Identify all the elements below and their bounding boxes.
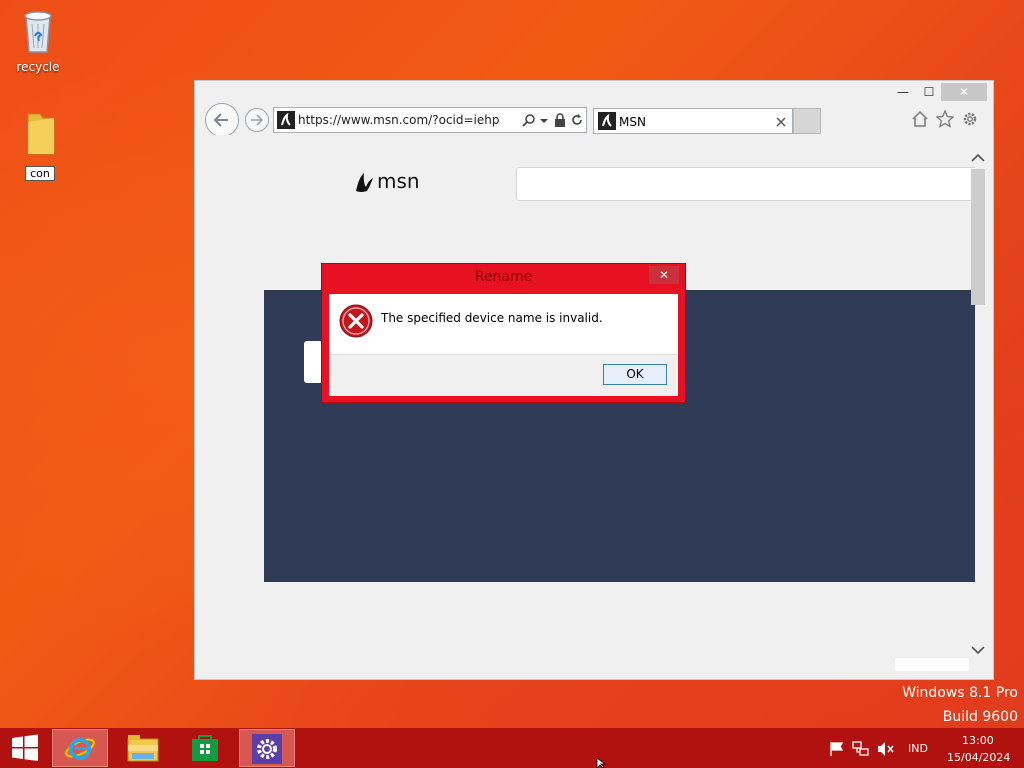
favorites-star-icon[interactable] — [936, 110, 954, 128]
dialog-body: The specified device name is invalid. — [329, 294, 678, 354]
lock-icon[interactable] — [554, 113, 566, 127]
url-text: https://www.msn.com/?ocid=iehp — [298, 113, 500, 127]
taskbar-internet-explorer[interactable] — [52, 729, 108, 767]
refresh-icon[interactable] — [570, 113, 584, 127]
recycle-bin-icon — [24, 11, 52, 53]
file-explorer-icon — [127, 735, 159, 762]
language-indicator[interactable]: IND — [908, 742, 928, 755]
clock-time[interactable]: 13:00 — [962, 734, 994, 747]
rename-error-dialog: Rename ✕ The specified device name is in… — [321, 263, 686, 403]
new-tab-button[interactable] — [793, 108, 821, 134]
settings-gear-icon — [252, 734, 282, 764]
msn-brand-text: msn — [377, 169, 420, 193]
forward-button[interactable] — [245, 108, 269, 132]
dialog-close-button[interactable]: ✕ — [649, 266, 679, 284]
desktop-icon-recycle-bin[interactable]: recycle — [8, 6, 68, 74]
vertical-scrollbar[interactable] — [969, 151, 987, 661]
arrow-right-icon — [251, 114, 264, 126]
scroll-down-icon[interactable] — [969, 643, 987, 657]
ok-button[interactable]: OK — [603, 364, 667, 385]
taskbar: IND 13:00 15/04/2024 — [0, 728, 1024, 768]
close-window-button[interactable]: ✕ — [941, 83, 987, 101]
folder-icon — [27, 113, 55, 155]
dialog-footer: OK — [329, 354, 678, 396]
search-icon[interactable] — [522, 113, 536, 127]
taskbar-file-explorer[interactable] — [115, 729, 171, 767]
desktop-icon-label[interactable]: con — [25, 166, 55, 181]
msn-butterfly-icon — [356, 173, 373, 192]
taskbar-settings[interactable] — [239, 729, 295, 767]
back-button[interactable] — [205, 103, 239, 137]
msn-site-icon — [598, 112, 616, 130]
minimize-button[interactable]: — — [889, 83, 917, 101]
desktop-icon-label: recycle — [16, 60, 60, 74]
msn-site-icon — [277, 111, 295, 129]
page-footer-box — [895, 658, 969, 671]
network-icon[interactable] — [852, 741, 870, 757]
chevron-down-icon[interactable] — [540, 117, 548, 125]
page-content: msn — [203, 135, 975, 671]
volume-muted-icon[interactable] — [877, 741, 895, 757]
windows-logo-icon — [12, 734, 38, 761]
error-icon — [339, 304, 373, 338]
clock-date[interactable]: 15/04/2024 — [947, 751, 1010, 764]
store-icon — [192, 735, 218, 761]
scrollbar-thumb[interactable] — [971, 169, 985, 305]
windows-build-text: Build 9600 — [942, 709, 1018, 725]
dialog-message: The specified device name is invalid. — [381, 311, 603, 325]
address-bar[interactable]: https://www.msn.com/?ocid=iehp — [273, 107, 587, 133]
taskbar-store[interactable] — [177, 729, 233, 767]
arrow-left-icon — [213, 113, 228, 127]
dialog-title: Rename — [474, 269, 533, 285]
gear-icon[interactable] — [961, 110, 979, 128]
start-button[interactable] — [0, 729, 50, 767]
home-icon[interactable] — [911, 110, 929, 128]
mouse-cursor-icon — [596, 758, 607, 768]
action-center-flag-icon[interactable] — [829, 741, 845, 757]
tab-msn[interactable]: MSN — [593, 108, 793, 134]
msn-search-input[interactable] — [516, 167, 975, 201]
desktop-icon-folder-con[interactable]: con — [10, 108, 70, 181]
windows-edition-text: Windows 8.1 Pro — [902, 685, 1018, 701]
tab-title: MSN — [619, 115, 646, 129]
close-tab-icon[interactable] — [776, 117, 786, 127]
maximize-button[interactable]: ☐ — [917, 83, 941, 101]
scroll-up-icon[interactable] — [969, 151, 987, 165]
internet-explorer-icon — [65, 738, 95, 760]
